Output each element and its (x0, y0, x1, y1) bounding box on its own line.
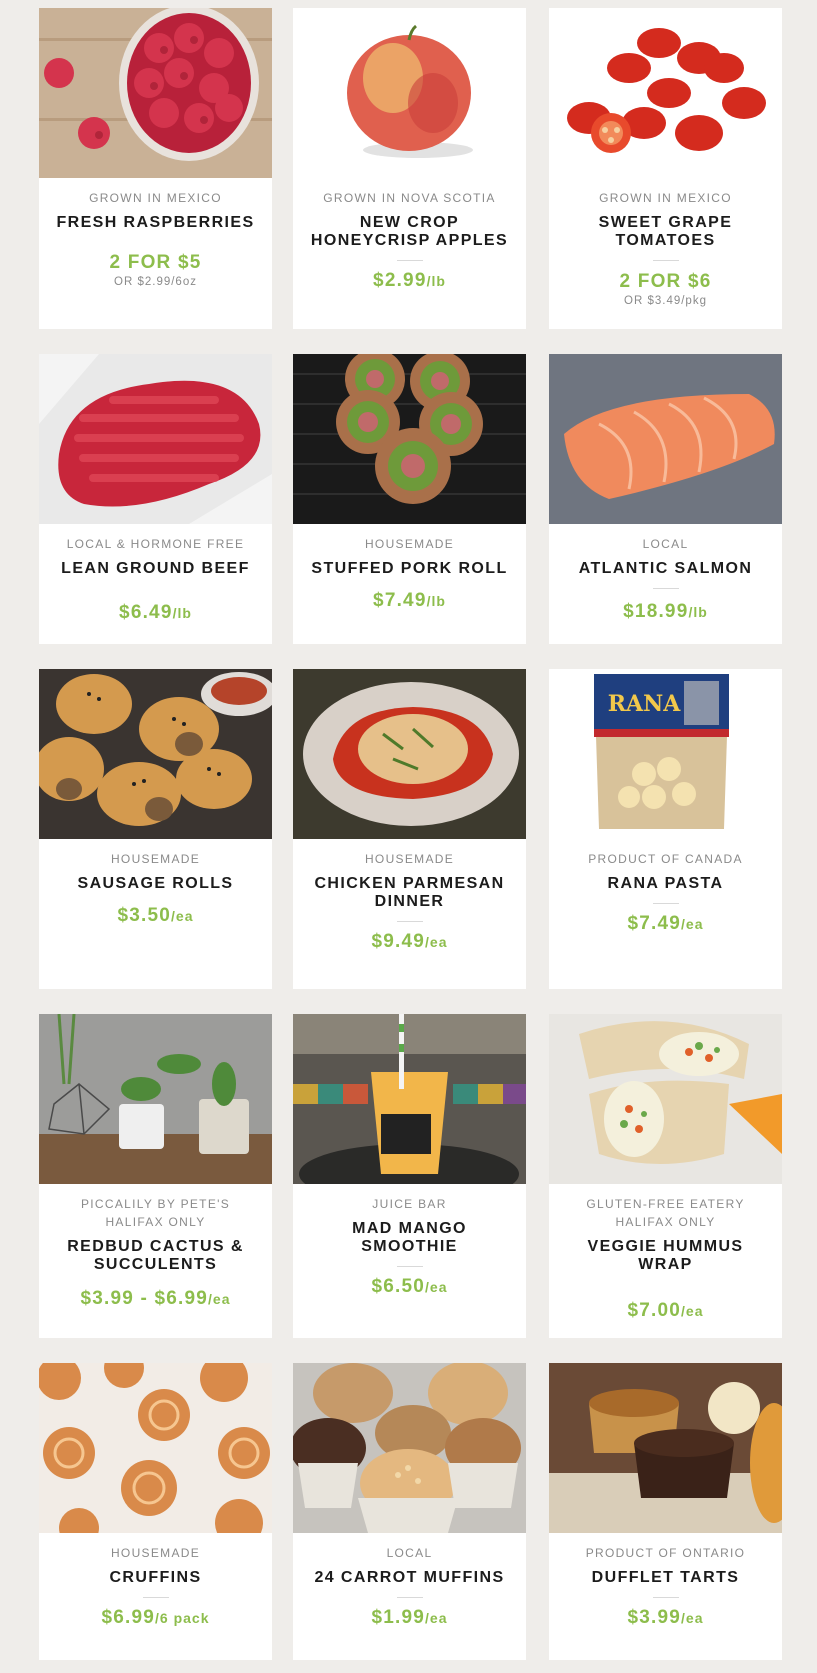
product-name: SWEET GRAPE TOMATOES (598, 214, 733, 249)
separator (396, 1266, 423, 1267)
sausage-rolls-photo (39, 669, 272, 839)
product-card-veggie-hummus-wrap[interactable]: GLUTEN-FREE EATERY HALIFAX ONLY VEGGIE H… (549, 1014, 782, 1338)
product-card-rana-pasta[interactable]: RANA PRODUCT OF CANADA RANA PASTA $7.49/… (549, 669, 782, 989)
product-alt-price: OR $3.49/pkg (624, 295, 707, 307)
product-origin: JUICE BAR (372, 1197, 447, 1211)
separator (652, 1597, 679, 1598)
cruffins-photo (39, 1363, 272, 1533)
separator (142, 1597, 169, 1598)
salmon-photo (549, 354, 782, 524)
product-origin: GROWN IN NOVA SCOTIA (323, 191, 496, 205)
product-price: $6.49/lb (119, 602, 192, 623)
product-price: $7.49/lb (373, 590, 446, 611)
product-card-fresh-raspberries[interactable]: GROWN IN MEXICO FRESH RASPBERRIES 2 FOR … (39, 8, 272, 329)
product-card-dufflet-tarts[interactable]: PRODUCT OF ONTARIO DUFFLET TARTS $3.99/e… (549, 1363, 782, 1660)
product-origin: LOCAL (642, 537, 689, 551)
separator (396, 921, 423, 922)
product-card-cruffins[interactable]: HOUSEMADE CRUFFINS $6.99/6 pack (39, 1363, 272, 1660)
chicken-parmesan-photo (293, 669, 526, 839)
product-card-carrot-muffins[interactable]: LOCAL 24 CARROT MUFFINS $1.99/ea (293, 1363, 526, 1660)
product-card-honeycrisp-apples[interactable]: GROWN IN NOVA SCOTIA NEW CROP HONEYCRISP… (293, 8, 526, 329)
product-origin: LOCAL (386, 1546, 433, 1560)
product-name: CRUFFINS (109, 1569, 202, 1586)
product-name: CHICKEN PARMESAN DINNER (314, 875, 505, 910)
product-card-mango-smoothie[interactable]: JUICE BAR MAD MANGO SMOOTHIE $6.50/ea (293, 1014, 526, 1338)
product-origin: HOUSEMADE (110, 1546, 201, 1560)
product-card-sausage-rolls[interactable]: HOUSEMADE SAUSAGE ROLLS $3.50/ea (39, 669, 272, 989)
tomatoes-photo (549, 8, 782, 178)
product-origin: GROWN IN MEXICO (89, 191, 222, 205)
product-price: $3.99/ea (627, 1607, 704, 1628)
product-name: FRESH RASPBERRIES (56, 214, 255, 231)
product-deal-price: 2 FOR $5 (109, 252, 202, 273)
product-name: MAD MANGO SMOOTHIE (352, 1220, 467, 1255)
product-name: ATLANTIC SALMON (578, 560, 753, 577)
product-card-chicken-parmesan[interactable]: HOUSEMADE CHICKEN PARMESAN DINNER $9.49/… (293, 669, 526, 989)
product-origin: HOUSEMADE (364, 852, 455, 866)
rana-pasta-photo: RANA (549, 669, 782, 839)
product-origin: HOUSEMADE (364, 537, 455, 551)
product-name: DUFFLET TARTS (591, 1569, 740, 1586)
product-origin: PICCALILY BY PETE'S (80, 1197, 231, 1211)
product-name: 24 CARROT MUFFINS (314, 1569, 505, 1586)
separator (396, 260, 423, 261)
product-origin-note: HALIFAX ONLY (615, 1215, 716, 1229)
hummus-wrap-photo (549, 1014, 782, 1184)
product-card-atlantic-salmon[interactable]: LOCAL ATLANTIC SALMON $18.99/lb (549, 354, 782, 644)
separator (652, 588, 679, 589)
raspberries-photo (39, 8, 272, 178)
product-price: $6.50/ea (371, 1276, 448, 1297)
product-price: $18.99/lb (623, 601, 708, 622)
product-origin: PRODUCT OF CANADA (588, 852, 743, 866)
product-price: $7.49/ea (627, 913, 704, 934)
product-name: RANA PASTA (607, 875, 724, 892)
product-grid: GROWN IN MEXICO FRESH RASPBERRIES 2 FOR … (0, 0, 817, 1673)
product-name: REDBUD CACTUS & SUCCULENTS (67, 1238, 244, 1273)
product-price: $6.99/6 pack (101, 1607, 210, 1628)
smoothie-photo (293, 1014, 526, 1184)
product-name: STUFFED PORK ROLL (311, 560, 508, 577)
product-name: VEGGIE HUMMUS WRAP (587, 1238, 744, 1273)
product-name: LEAN GROUND BEEF (61, 560, 250, 577)
carrot-muffins-photo (293, 1363, 526, 1533)
succulents-photo (39, 1014, 272, 1184)
apple-photo (293, 8, 526, 178)
product-card-grape-tomatoes[interactable]: GROWN IN MEXICO SWEET GRAPE TOMATOES 2 F… (549, 8, 782, 329)
product-origin: PRODUCT OF ONTARIO (585, 1546, 746, 1560)
product-price: $9.49/ea (371, 931, 448, 952)
product-card-ground-beef[interactable]: LOCAL & HORMONE FREE LEAN GROUND BEEF $6… (39, 354, 272, 644)
product-origin: GROWN IN MEXICO (599, 191, 732, 205)
product-price: $3.50/ea (117, 905, 194, 926)
ground-beef-photo (39, 354, 272, 524)
product-price: $7.00/ea (627, 1300, 704, 1321)
product-alt-price: OR $2.99/6oz (114, 276, 197, 288)
product-card-cactus-succulents[interactable]: PICCALILY BY PETE'S HALIFAX ONLY REDBUD … (39, 1014, 272, 1338)
product-price: $1.99/ea (371, 1607, 448, 1628)
product-origin-note: HALIFAX ONLY (105, 1215, 206, 1229)
rana-brand-text: RANA (608, 691, 681, 717)
product-card-stuffed-pork-roll[interactable]: HOUSEMADE STUFFED PORK ROLL $7.49/lb (293, 354, 526, 644)
product-price: $2.99/lb (373, 270, 446, 291)
product-origin: HOUSEMADE (110, 852, 201, 866)
separator (396, 1597, 423, 1598)
product-origin: LOCAL & HORMONE FREE (66, 537, 245, 551)
pork-roll-photo (293, 354, 526, 524)
product-origin: GLUTEN-FREE EATERY (586, 1197, 745, 1211)
separator (652, 903, 679, 904)
tarts-photo (549, 1363, 782, 1533)
product-name: NEW CROP HONEYCRISP APPLES (310, 214, 509, 249)
product-name: SAUSAGE ROLLS (77, 875, 234, 892)
product-deal-price: 2 FOR $6 (619, 271, 712, 292)
separator (652, 260, 679, 261)
product-price: $3.99 - $6.99/ea (80, 1288, 231, 1309)
